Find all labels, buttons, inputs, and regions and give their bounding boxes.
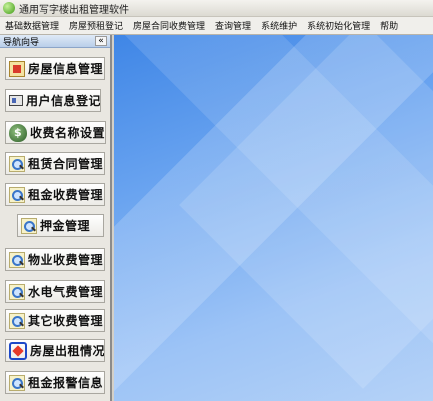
nav-item-label: 收费名称设置: [30, 126, 106, 140]
house-document-icon: [9, 60, 25, 77]
nav-item-deposit[interactable]: 押金管理: [17, 214, 104, 237]
magnifier-icon: [9, 374, 25, 391]
menu-bar: 基础数据管理 房屋预租登记 房屋合同收费管理 查询管理 系统维护 系统初始化管理…: [0, 17, 433, 35]
id-card-icon: [9, 95, 23, 106]
nav-item-label: 物业收费管理: [28, 253, 104, 267]
nav-item-label: 房屋信息管理: [28, 62, 104, 76]
window-title: 通用写字楼出租管理软件: [19, 4, 129, 16]
menu-help[interactable]: 帮助: [375, 19, 403, 32]
sidebar-header: 导航向导 «: [0, 35, 110, 48]
menu-query[interactable]: 查询管理: [210, 19, 256, 32]
menu-pre-rent[interactable]: 房屋预租登记: [64, 19, 128, 32]
navigation-sidebar: 导航向导 « 房屋信息管理 用户信息登记 收费名称设置 租赁合同管理 租金收费管…: [0, 35, 112, 401]
app-icon: [3, 2, 15, 14]
money-bag-icon: [9, 123, 27, 142]
nav-item-lease-contract[interactable]: 租赁合同管理: [5, 152, 105, 175]
magnifier-icon: [21, 217, 37, 234]
nav-item-label: 用户信息登记: [26, 94, 101, 108]
nav-item-label: 其它收费管理: [28, 314, 104, 328]
magnifier-icon: [9, 251, 25, 268]
menu-maintenance[interactable]: 系统维护: [256, 19, 302, 32]
nav-item-rent-fee[interactable]: 租金收费管理: [5, 183, 105, 206]
nav-item-rental-status[interactable]: 房屋出租情况: [5, 339, 105, 362]
nav-item-label: 押金管理: [40, 219, 91, 233]
nav-item-user-register[interactable]: 用户信息登记: [5, 89, 101, 112]
nav-item-rent-alert[interactable]: 租金报警信息: [5, 371, 105, 394]
background-decoration: [179, 35, 433, 389]
menu-contract-fee[interactable]: 房屋合同收费管理: [128, 19, 210, 32]
nav-item-label: 水电气费管理: [28, 285, 104, 299]
nav-item-label: 租金收费管理: [28, 188, 104, 202]
menu-init[interactable]: 系统初始化管理: [302, 19, 375, 32]
nav-item-property-fee[interactable]: 物业收费管理: [5, 248, 105, 271]
nav-item-label: 房屋出租情况: [30, 344, 105, 358]
nav-item-other-fee[interactable]: 其它收费管理: [5, 309, 105, 332]
nav-item-utilities[interactable]: 水电气费管理: [5, 280, 105, 303]
magnifier-icon: [9, 312, 25, 329]
sidebar-title: 导航向导: [3, 37, 40, 48]
magnifier-icon: [9, 155, 25, 172]
main-workspace: [114, 35, 433, 401]
nav-item-label: 租赁合同管理: [28, 157, 104, 171]
magnifier-icon: [9, 186, 25, 203]
title-bar: 通用写字楼出租管理软件: [0, 0, 433, 17]
magnifier-icon: [9, 283, 25, 300]
frame-icon: [9, 341, 27, 360]
menu-basic-data[interactable]: 基础数据管理: [0, 19, 64, 32]
collapse-button[interactable]: «: [95, 36, 107, 46]
nav-item-house-info[interactable]: 房屋信息管理: [5, 57, 105, 80]
nav-item-fee-names[interactable]: 收费名称设置: [5, 121, 106, 144]
nav-item-label: 租金报警信息: [28, 376, 104, 390]
